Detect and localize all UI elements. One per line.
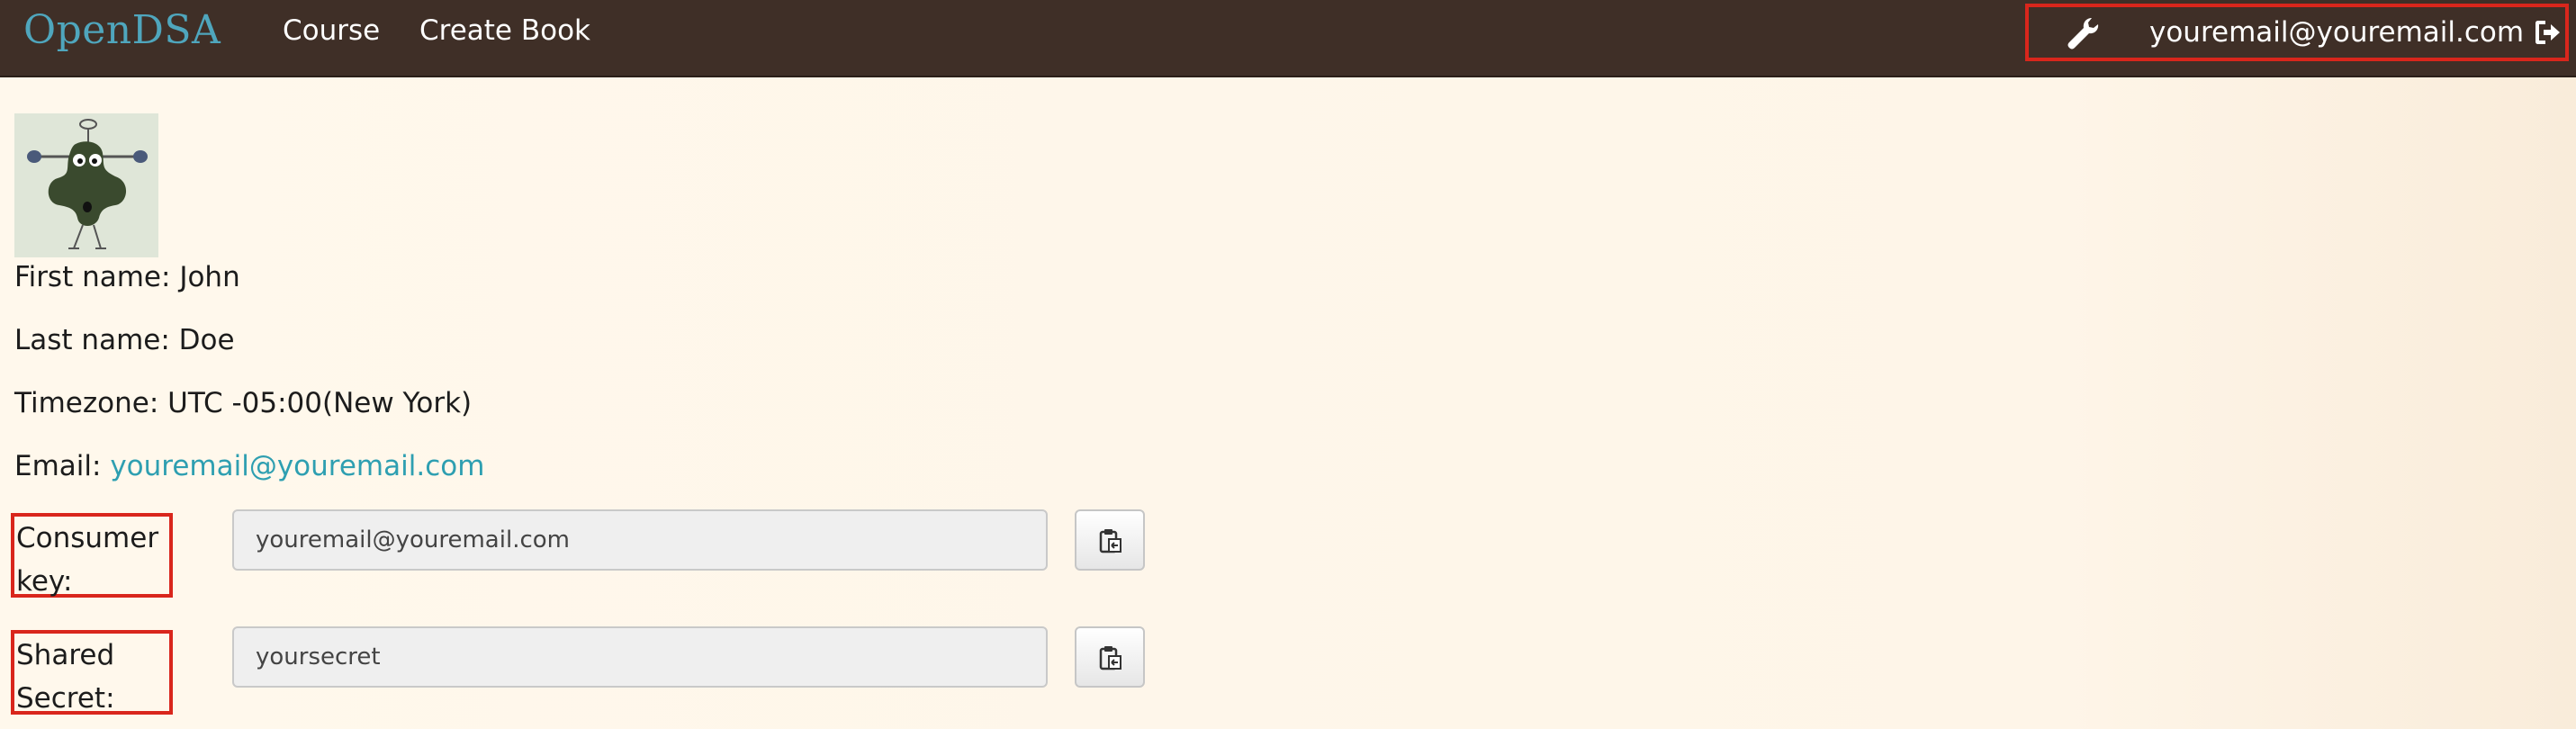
brand-logo[interactable]: OpenDSA	[23, 5, 221, 56]
copy-consumer-key-button[interactable]	[1075, 509, 1145, 571]
consumer-key-label: Consumer key:	[11, 513, 173, 598]
consumer-key-input[interactable]	[232, 509, 1048, 571]
timezone-row: Timezone: UTC -05:00(New York)	[14, 383, 472, 423]
shared-secret-label-line1: Shared	[16, 639, 115, 671]
top-navbar: OpenDSA Course Create Book youremail@you…	[0, 0, 2576, 77]
shared-secret-label-line2: Secret:	[16, 682, 115, 715]
clipboard-icon	[1099, 646, 1121, 670]
shared-secret-input[interactable]	[232, 626, 1048, 688]
last-name-value: Doe	[178, 324, 235, 356]
nav-link-create-book[interactable]: Create Book	[419, 11, 590, 50]
first-name-row: First name: John	[14, 257, 240, 297]
last-name-label: Last name:	[14, 324, 170, 356]
consumer-key-label-line2: key:	[16, 565, 73, 598]
email-row: Email: youremail@youremail.com	[14, 446, 484, 486]
first-name-value: John	[179, 261, 240, 293]
consumer-key-label-line1: Consumer	[16, 522, 159, 554]
shared-secret-label: Shared Secret:	[11, 630, 173, 715]
email-label: Email:	[14, 450, 102, 482]
email-link[interactable]: youremail@youremail.com	[110, 450, 484, 482]
logout-icon[interactable]	[2533, 18, 2562, 47]
first-name-label: First name:	[14, 261, 171, 293]
user-menu-area: youremail@youremail.com	[2025, 4, 2569, 61]
timezone-value: UTC -05:00(New York)	[167, 387, 473, 419]
wrench-icon[interactable]	[2065, 14, 2101, 50]
timezone-label: Timezone:	[14, 387, 159, 419]
clipboard-icon	[1099, 529, 1121, 554]
nav-link-course[interactable]: Course	[283, 11, 380, 50]
last-name-row: Last name: Doe	[14, 320, 235, 360]
copy-shared-secret-button[interactable]	[1075, 626, 1145, 688]
user-email-link[interactable]: youremail@youremail.com	[2149, 13, 2524, 52]
user-avatar	[14, 113, 158, 257]
